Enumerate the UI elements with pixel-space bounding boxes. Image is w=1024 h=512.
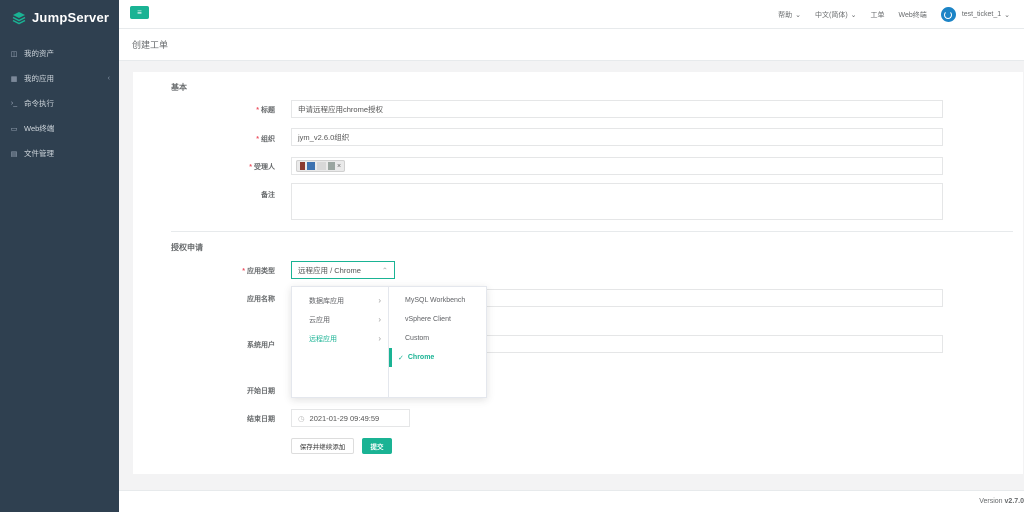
submit-button[interactable]: 提交 xyxy=(362,438,392,454)
cascader-option-vsphere-client[interactable]: vSphere Client xyxy=(389,310,486,329)
version-text: Version v2.7.0 xyxy=(979,498,1024,505)
username: test_ticket_1 xyxy=(961,11,1002,18)
sidebar-item-label: Web终端 xyxy=(24,124,55,133)
end-date-picker[interactable]: ◷ 2021-01-29 09:49:59 xyxy=(291,409,410,427)
app-type-label: * 应用类型 xyxy=(242,268,275,275)
end-date-label: 结束日期 xyxy=(247,416,275,423)
end-date-value: 2021-01-29 09:49:59 xyxy=(309,413,380,423)
chevron-left-icon: ‹ xyxy=(107,75,110,82)
window-icon: ▭ xyxy=(10,125,18,133)
help-menu[interactable]: 帮助 ⌄ xyxy=(778,10,801,20)
topbar-right: 帮助 ⌄ 中文(简体) ⌄ 工单 Web终端 test_ticket_1 ⌄ xyxy=(778,0,1024,29)
language-label: 中文(简体) xyxy=(814,11,848,19)
logo[interactable]: JumpServer xyxy=(0,0,119,35)
avatar xyxy=(300,162,305,170)
section-request-title: 授权申请 xyxy=(171,243,203,252)
start-date-label: 开始日期 xyxy=(247,388,275,395)
sidebar-item-label: 我的资产 xyxy=(24,49,54,58)
file-icon: ▤ xyxy=(10,150,18,158)
assignee-select[interactable]: × xyxy=(291,157,943,175)
jumpserver-logo-icon xyxy=(12,11,26,25)
sidebar-item-file-manager[interactable]: ▤ 文件管理 xyxy=(0,141,119,166)
chevron-up-icon: ⌃ xyxy=(381,265,388,275)
section-basic-title: 基本 xyxy=(171,83,187,92)
cascader-option-remote-app[interactable]: 远程应用 › xyxy=(292,329,388,348)
help-label: 帮助 xyxy=(778,11,793,19)
assignee-label: * 受理人 xyxy=(249,164,275,171)
remark-label: 备注 xyxy=(261,192,275,199)
grid-icon: ▦ xyxy=(10,75,18,83)
sidebar-item-my-apps[interactable]: ▦ 我的应用 ‹ xyxy=(0,66,119,91)
title-input[interactable]: 申请远程应用chrome授权 xyxy=(291,100,943,118)
app-type-cascader[interactable]: 远程应用 / Chrome ⌃ xyxy=(291,261,395,279)
cascader-option-chrome[interactable]: ✓ Chrome xyxy=(389,348,486,367)
assignee-tag: × xyxy=(296,160,346,172)
check-icon: ✓ xyxy=(398,354,404,362)
avatar xyxy=(317,162,326,170)
avatar xyxy=(328,162,335,170)
sidebar-item-my-assets[interactable]: ◫ 我的资产 xyxy=(0,41,119,66)
save-and-continue-button[interactable]: 保存并继续添加 xyxy=(291,438,354,454)
app-type-value: 远程应用 / Chrome xyxy=(298,265,361,275)
sidebar: JumpServer ◫ 我的资产 ▦ 我的应用 ‹ ›_ 命令执行 ▭ Web… xyxy=(0,0,119,512)
chevron-down-icon: ⌄ xyxy=(795,11,801,19)
web-terminal-link[interactable]: Web终端 xyxy=(899,10,927,20)
footer: Version v2.7.0 xyxy=(119,490,1024,512)
org-label: * 组织 xyxy=(256,136,275,143)
chevron-down-icon: ⌄ xyxy=(1004,11,1010,19)
language-menu[interactable]: 中文(简体) ⌄ xyxy=(815,10,857,20)
cascader-option-custom[interactable]: Custom xyxy=(389,329,486,348)
org-input[interactable]: jym_v2.6.0组织 xyxy=(291,128,943,146)
ticket-form-card: 基本 * 标题 申请远程应用chrome授权 * 组织 jym_v2.6.0组织 *… xyxy=(133,72,1023,474)
cascader-level-2: MySQL Workbench vSphere Client Custom ✓ … xyxy=(389,287,486,397)
remark-textarea[interactable] xyxy=(291,183,943,220)
cascader-option-cloud[interactable]: 云应用 › xyxy=(292,310,388,329)
title-label: * 标题 xyxy=(256,107,275,114)
cascader-level-1: 数据库应用 › 云应用 › 远程应用 › xyxy=(292,287,389,397)
divider xyxy=(171,231,1013,232)
system-user-label: 系统用户 xyxy=(247,342,275,349)
app-type-cascader-dropdown: 数据库应用 › 云应用 › 远程应用 › MySQL Workbench vSp… xyxy=(291,286,487,398)
chevron-right-icon: › xyxy=(378,315,381,324)
avatar-power-icon xyxy=(940,7,956,22)
user-menu[interactable]: test_ticket_1 ⌄ xyxy=(940,7,1010,22)
cascader-option-mysql-workbench[interactable]: MySQL Workbench xyxy=(389,291,486,310)
cube-icon: ◫ xyxy=(10,50,18,58)
cascader-option-database[interactable]: 数据库应用 › xyxy=(292,291,388,310)
avatar xyxy=(307,162,315,170)
sidebar-item-label: 文件管理 xyxy=(24,149,54,158)
chevron-down-icon: ⌄ xyxy=(850,11,857,19)
menu-toggle-button[interactable]: ≡ xyxy=(130,6,149,19)
chevron-right-icon: › xyxy=(378,296,381,305)
sidebar-item-label: 命令执行 xyxy=(24,99,54,108)
chevron-right-icon: › xyxy=(378,334,381,343)
topbar: ≡ 帮助 ⌄ 中文(简体) ⌄ 工单 Web终端 test_ticket_1 ⌄ xyxy=(119,0,1024,29)
app-name-label: 应用名称 xyxy=(247,296,275,303)
sidebar-item-command-exec[interactable]: ›_ 命令执行 xyxy=(0,91,119,116)
hamburger-icon: ≡ xyxy=(137,8,142,17)
sidebar-item-web-terminal[interactable]: ▭ Web终端 xyxy=(0,116,119,141)
tickets-link[interactable]: 工单 xyxy=(871,10,885,20)
close-icon[interactable]: × xyxy=(337,163,341,170)
page-heading: 创建工单 xyxy=(119,29,1024,61)
page-title: 创建工单 xyxy=(132,40,169,50)
sidebar-nav: ◫ 我的资产 ▦ 我的应用 ‹ ›_ 命令执行 ▭ Web终端 ▤ 文件管理 xyxy=(0,41,119,166)
terminal-icon: ›_ xyxy=(10,100,18,107)
clock-icon: ◷ xyxy=(298,413,305,423)
sidebar-item-label: 我的应用 xyxy=(24,74,54,83)
brand-name: JumpServer xyxy=(32,10,110,25)
